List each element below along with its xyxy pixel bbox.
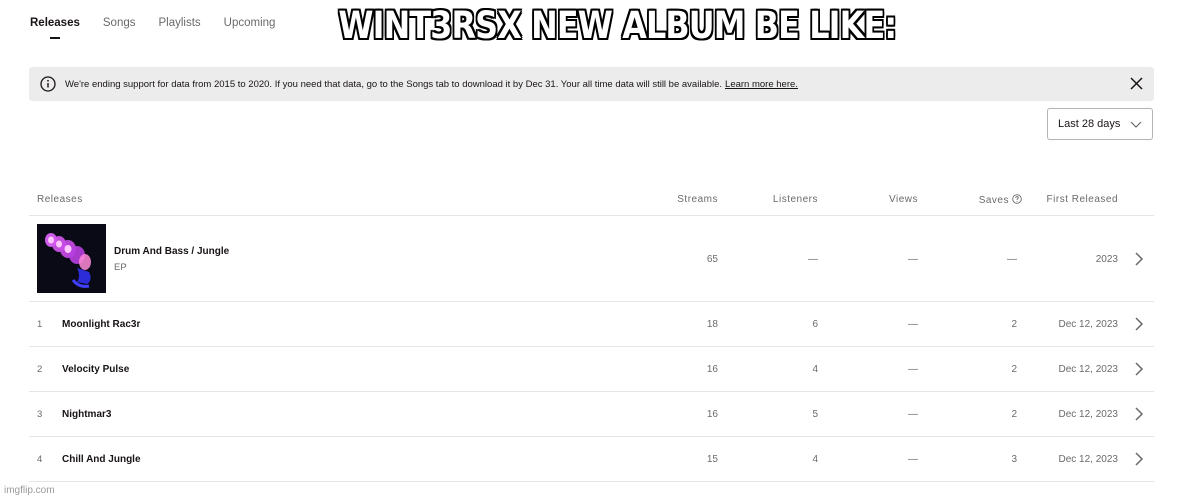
track-listeners: 4 bbox=[812, 364, 818, 375]
track-number: 2 bbox=[37, 364, 43, 375]
chevron-right-icon[interactable] bbox=[1134, 452, 1144, 466]
track-streams: 16 bbox=[706, 364, 718, 375]
track-number: 3 bbox=[37, 409, 43, 420]
track-listeners: 6 bbox=[812, 319, 818, 330]
release-type: EP bbox=[114, 262, 127, 273]
release-views: — bbox=[908, 254, 918, 265]
track-first-released: Dec 12, 2023 bbox=[1058, 319, 1119, 330]
header-streams: Streams bbox=[677, 194, 718, 205]
release-listeners: — bbox=[808, 254, 818, 265]
track-name[interactable]: Moonlight Rac3r bbox=[62, 319, 140, 330]
header-saves-label: Saves bbox=[978, 195, 1009, 206]
releases-table: Releases Streams Listeners Views Saves F… bbox=[29, 184, 1154, 482]
tab-playlists[interactable]: Playlists bbox=[158, 16, 200, 30]
track-views: — bbox=[908, 454, 918, 465]
track-streams: 16 bbox=[706, 409, 718, 420]
release-first-released: 2023 bbox=[1095, 254, 1118, 265]
banner-message: We're ending support for data from 2015 … bbox=[65, 79, 798, 90]
track-saves: 2 bbox=[1011, 409, 1017, 420]
release-saves: — bbox=[1007, 254, 1017, 265]
banner-text: We're ending support for data from 2015 … bbox=[65, 78, 723, 90]
table-row[interactable]: 3 Nightmar3 16 5 — 2 Dec 12, 2023 bbox=[29, 392, 1154, 437]
track-saves: 2 bbox=[1011, 319, 1017, 330]
track-name[interactable]: Nightmar3 bbox=[62, 409, 111, 420]
tab-bar: Releases Songs Playlists Upcoming bbox=[30, 16, 298, 30]
help-icon[interactable] bbox=[1012, 194, 1022, 204]
info-banner: We're ending support for data from 2015 … bbox=[29, 67, 1154, 101]
track-views: — bbox=[908, 319, 918, 330]
close-icon[interactable] bbox=[1129, 76, 1144, 91]
table-row[interactable]: 1 Moonlight Rac3r 18 6 — 2 Dec 12, 2023 bbox=[29, 302, 1154, 347]
track-number: 1 bbox=[37, 319, 43, 330]
tab-upcoming[interactable]: Upcoming bbox=[224, 16, 276, 30]
learn-more-link[interactable]: Learn more here. bbox=[725, 79, 798, 90]
track-streams: 18 bbox=[706, 319, 718, 330]
info-icon bbox=[40, 76, 56, 92]
header-first-released: First Released bbox=[1046, 194, 1118, 205]
track-views: — bbox=[908, 364, 918, 375]
date-range-select[interactable]: Last 28 days bbox=[1047, 108, 1153, 140]
track-streams: 15 bbox=[706, 454, 718, 465]
track-listeners: 4 bbox=[812, 454, 818, 465]
header-views: Views bbox=[889, 194, 918, 205]
track-listeners: 5 bbox=[812, 409, 818, 420]
release-title[interactable]: Drum And Bass / Jungle bbox=[114, 246, 229, 257]
date-range-value: Last 28 days bbox=[1058, 118, 1121, 130]
header-releases: Releases bbox=[37, 194, 83, 205]
table-header: Releases Streams Listeners Views Saves F… bbox=[29, 184, 1154, 216]
chevron-right-icon[interactable] bbox=[1134, 362, 1144, 376]
track-first-released: Dec 12, 2023 bbox=[1058, 364, 1119, 375]
album-cover bbox=[37, 224, 106, 293]
header-saves: Saves bbox=[979, 194, 1022, 206]
track-views: — bbox=[908, 409, 918, 420]
release-row[interactable]: Drum And Bass / Jungle EP 65 — — — 2023 bbox=[29, 216, 1154, 302]
chevron-right-icon[interactable] bbox=[1134, 407, 1144, 421]
track-first-released: Dec 12, 2023 bbox=[1058, 409, 1119, 420]
track-name[interactable]: Velocity Pulse bbox=[62, 364, 129, 375]
release-streams: 65 bbox=[706, 254, 718, 265]
track-first-released: Dec 12, 2023 bbox=[1058, 454, 1119, 465]
track-number: 4 bbox=[37, 454, 43, 465]
chevron-down-icon bbox=[1130, 120, 1142, 128]
header-listeners: Listeners bbox=[772, 194, 818, 205]
table-row[interactable]: 2 Velocity Pulse 16 4 — 2 Dec 12, 2023 bbox=[29, 347, 1154, 392]
track-name[interactable]: Chill And Jungle bbox=[62, 454, 141, 465]
chevron-right-icon[interactable] bbox=[1134, 317, 1144, 331]
track-saves: 3 bbox=[1011, 454, 1017, 465]
table-row[interactable]: 4 Chill And Jungle 15 4 — 3 Dec 12, 2023 bbox=[29, 437, 1154, 482]
tab-releases[interactable]: Releases bbox=[30, 16, 80, 30]
tab-songs[interactable]: Songs bbox=[103, 16, 136, 30]
chevron-right-icon[interactable] bbox=[1134, 252, 1144, 266]
watermark: imgflip.com bbox=[4, 485, 55, 496]
track-saves: 2 bbox=[1011, 364, 1017, 375]
